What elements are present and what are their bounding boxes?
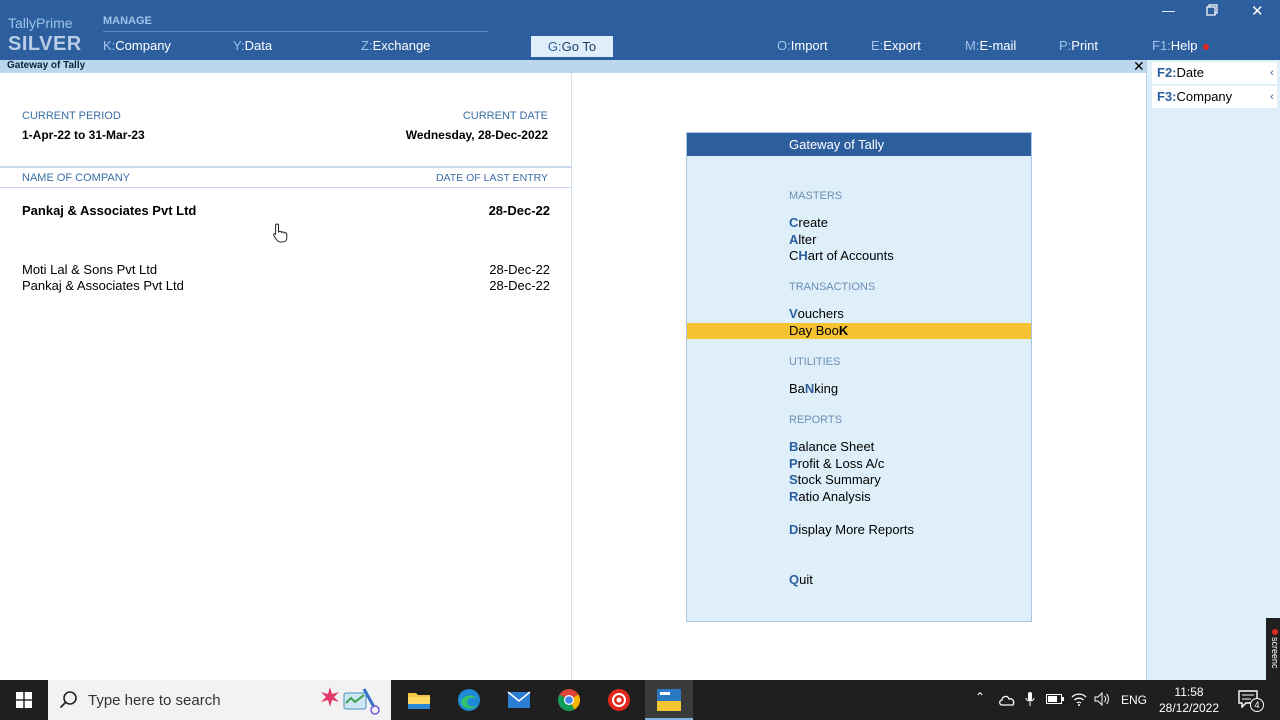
menu-item-balance-sheet[interactable]: Balance Sheet bbox=[687, 439, 1031, 455]
start-button[interactable] bbox=[0, 680, 48, 720]
divider bbox=[0, 166, 572, 168]
date-button[interactable]: F2:Date ‹ bbox=[1152, 62, 1277, 84]
window-title: Gateway of Tally bbox=[7, 60, 86, 71]
screen-recorder-icon[interactable] bbox=[595, 680, 643, 720]
company-name: Moti Lal & Sons Pvt Ltd bbox=[22, 262, 158, 277]
gateway-menu-title: Gateway of Tally bbox=[687, 133, 1031, 156]
menu-item-vouchers[interactable]: Vouchers bbox=[687, 306, 1031, 322]
divider bbox=[0, 187, 572, 188]
show-hidden-icons-chevron-up-icon[interactable]: ⌃ bbox=[975, 690, 985, 704]
section-masters: MASTERS bbox=[789, 190, 843, 202]
app-edition: SILVER bbox=[8, 33, 82, 55]
company-info-panel: CURRENT PERIOD 1-Apr-22 to 31-Mar-23 CUR… bbox=[0, 73, 572, 680]
help-button[interactable]: F1:Help bbox=[1152, 38, 1209, 53]
manage-divider bbox=[103, 31, 488, 32]
minimize-icon[interactable]: — bbox=[1162, 3, 1175, 18]
menu-item-chart-of-accounts[interactable]: CHart of Accounts bbox=[687, 248, 1031, 264]
windows-logo-icon bbox=[16, 692, 32, 708]
last-entry-date: 28-Dec-22 bbox=[489, 278, 550, 293]
restore-icon[interactable] bbox=[1206, 4, 1218, 19]
name-of-company-label: NAME OF COMPANY bbox=[22, 172, 130, 184]
company-menu-button[interactable]: K:Company bbox=[103, 38, 171, 53]
close-screen-icon[interactable]: ✕ bbox=[1133, 58, 1145, 75]
current-period-value[interactable]: 1-Apr-22 to 31-Mar-23 bbox=[22, 128, 145, 142]
last-entry-date: 28-Dec-22 bbox=[488, 203, 550, 218]
clock-time: 11:58 bbox=[1174, 685, 1204, 699]
menu-item-profit-loss[interactable]: Profit & Loss A/c bbox=[687, 456, 1031, 472]
right-button-panel: F2:Date ‹ F3:Company ‹ bbox=[1146, 60, 1280, 680]
tallyprime-taskbar-icon[interactable] bbox=[645, 680, 693, 720]
company-name: Pankaj & Associates Pvt Ltd bbox=[22, 203, 197, 218]
app-name: TallyPrime bbox=[8, 15, 73, 31]
menu-item-stock-summary[interactable]: Stock Summary bbox=[687, 472, 1031, 488]
company-name: Pankaj & Associates Pvt Ltd bbox=[22, 278, 184, 293]
file-explorer-icon[interactable] bbox=[395, 680, 443, 720]
mail-icon[interactable] bbox=[495, 680, 543, 720]
edge-browser-icon[interactable] bbox=[445, 680, 493, 720]
notifications-button[interactable]: 4 bbox=[1236, 688, 1276, 714]
onedrive-cloud-icon[interactable] bbox=[998, 693, 1016, 707]
help-indicator-dot-icon bbox=[1202, 43, 1209, 50]
chevron-left-icon: ‹ bbox=[1270, 91, 1274, 103]
language-indicator[interactable]: ENG bbox=[1121, 693, 1147, 707]
section-reports: REPORTS bbox=[789, 414, 842, 426]
goto-button[interactable]: G:Go To bbox=[531, 36, 613, 57]
taskbar-search-input[interactable]: Type here to search bbox=[48, 680, 391, 720]
manage-label: MANAGE bbox=[103, 15, 152, 27]
battery-icon[interactable] bbox=[1046, 694, 1064, 704]
hand-cursor-icon bbox=[272, 223, 288, 248]
menu-item-create[interactable]: Create bbox=[687, 215, 1031, 231]
search-highlight-icon bbox=[321, 687, 380, 715]
data-menu-button[interactable]: Y:Data bbox=[233, 38, 272, 53]
email-button[interactable]: M:E-mail bbox=[965, 38, 1016, 53]
screencast-recorder-tab[interactable]: screenc bbox=[1266, 618, 1280, 680]
section-utilities: UTILITIES bbox=[789, 356, 841, 368]
record-icon bbox=[1272, 629, 1278, 636]
company-button[interactable]: F3:Company ‹ bbox=[1152, 86, 1277, 108]
menu-item-alter[interactable]: Alter bbox=[687, 232, 1031, 248]
search-placeholder: Type here to search bbox=[88, 692, 221, 709]
wifi-icon[interactable] bbox=[1071, 691, 1087, 707]
chrome-icon[interactable] bbox=[545, 680, 593, 720]
print-button[interactable]: P:Print bbox=[1059, 38, 1098, 53]
notification-count-badge: 4 bbox=[1250, 698, 1264, 712]
gateway-menu: Gateway of Tally MASTERS Create Alter CH… bbox=[686, 132, 1032, 622]
date-of-last-entry-label: DATE OF LAST ENTRY bbox=[435, 172, 548, 184]
menu-item-display-more-reports[interactable]: Display More Reports bbox=[687, 522, 1031, 538]
close-window-icon[interactable]: ✕ bbox=[1251, 2, 1264, 20]
clock-date: 28/12/2022 bbox=[1158, 701, 1220, 715]
top-toolbar: TallyPrime SILVER MANAGE K:Company Y:Dat… bbox=[0, 0, 1280, 60]
import-button[interactable]: O:Import bbox=[777, 38, 828, 53]
current-period-label: CURRENT PERIOD bbox=[22, 110, 121, 122]
menu-item-day-book[interactable]: Day BooK bbox=[687, 323, 1031, 339]
windows-taskbar: Type here to search ⌃ ENG 11:58 28/12/20… bbox=[0, 680, 1280, 720]
microphone-icon[interactable] bbox=[1025, 691, 1035, 707]
export-button[interactable]: E:Export bbox=[871, 38, 921, 53]
current-date-label: CURRENT DATE bbox=[462, 110, 548, 122]
menu-item-quit[interactable]: Quit bbox=[687, 572, 1031, 588]
section-transactions: TRANSACTIONS bbox=[789, 281, 876, 293]
last-entry-date: 28-Dec-22 bbox=[489, 262, 550, 277]
window-title-bar: Gateway of Tally bbox=[0, 60, 1146, 73]
exchange-menu-button[interactable]: Z:Exchange bbox=[361, 38, 430, 53]
menu-item-ratio-analysis[interactable]: Ratio Analysis bbox=[687, 489, 1031, 505]
search-icon bbox=[59, 691, 77, 709]
chevron-left-icon: ‹ bbox=[1270, 67, 1274, 79]
menu-item-banking[interactable]: BaNking bbox=[687, 381, 1031, 397]
volume-icon[interactable] bbox=[1094, 692, 1110, 706]
current-date-value[interactable]: Wednesday, 28-Dec-2022 bbox=[406, 128, 548, 142]
taskbar-clock[interactable]: 11:58 28/12/2022 bbox=[1150, 684, 1228, 716]
